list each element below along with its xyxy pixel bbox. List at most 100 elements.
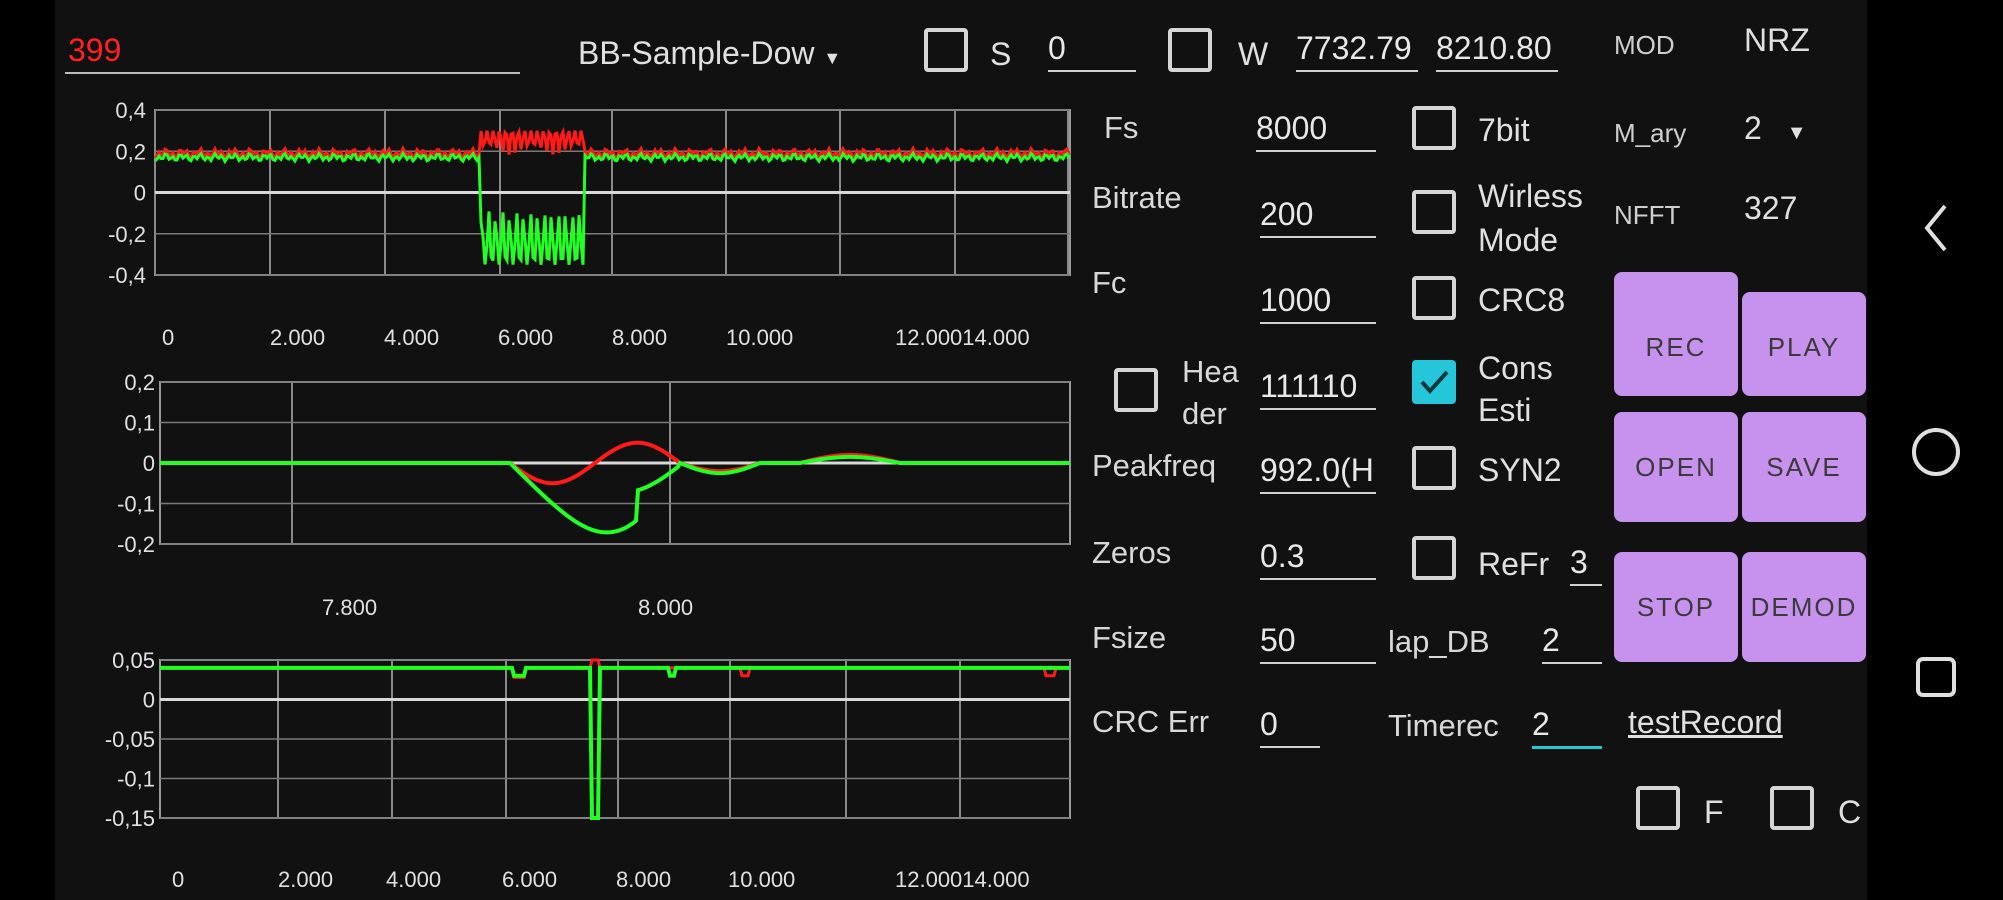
7bit-checkbox[interactable] [1412,106,1456,150]
chart-2-ytick-label: 0,1 [124,411,155,436]
crc8-checkbox[interactable] [1412,276,1456,320]
peakfreq-field[interactable]: 992.0(H [1260,448,1376,494]
back-icon[interactable] [1917,200,1957,256]
record-name-link[interactable]: testRecord [1628,704,1783,741]
crc-error-label: CRC Err [1092,704,1210,739]
chart-3-ytick-label: 0,05 [112,648,155,673]
crc-error-field[interactable]: 0 [1260,702,1320,748]
chart-3-ytick-label: 0 [143,688,155,713]
chart-1-xtick-label: 2.000 [270,325,325,350]
c-checkbox[interactable] [1770,786,1814,830]
cons-esti-label-line1: Cons [1478,350,1553,386]
chart-2-xtick-label: 7.800 [322,595,377,620]
chart-1-ytick-label: -0,4 [108,263,146,288]
stop-button[interactable]: STOP [1614,552,1738,662]
home-icon[interactable] [1910,426,1962,478]
chart-1-xtick-label: 8.000 [612,325,667,350]
peakfreq-label: Peakfreq [1092,448,1217,483]
syn2-checkbox[interactable] [1412,446,1456,490]
w-checkbox[interactable] [1168,28,1212,72]
fs-label: Fs [1104,110,1139,145]
rec-button[interactable]: REC [1614,272,1738,396]
lapdb-label: lap_DB [1388,624,1490,659]
chart-1-xtick-label: 10.000 [726,325,793,350]
f-checkbox[interactable] [1636,786,1680,830]
zeros-label: Zeros [1092,535,1172,570]
nfft-dropdown-value: 327 [1744,190,1798,226]
mod-dropdown[interactable]: NRZ [1744,22,1810,59]
play-button[interactable]: PLAY [1742,292,1866,396]
f-label: F [1704,794,1724,830]
refr-field[interactable]: 3 [1570,540,1602,586]
lapdb-field[interactable]: 2 [1542,618,1602,664]
chart-3-ytick-label: -0,05 [105,727,155,752]
chart-3-ytick-label: -0,15 [105,806,155,831]
mary-dropdown[interactable]: 2 ▼ [1744,110,1806,147]
w-end-field[interactable]: 8210.80 [1436,26,1558,72]
system-navigation-bar [1867,0,2003,900]
refr-checkbox[interactable] [1412,536,1456,580]
waveform-charts: 0,4 0,2 0 -0,2 -0,4 0 2.000 4.000 6.000 8.000 10.0… [105,98,1071,892]
chart-3-green-series [160,665,1070,820]
chart-3-xtick-label: 10.000 [728,867,795,892]
wireless-mode-label-line2: Mode [1478,222,1559,258]
fc-field[interactable]: 1000 [1260,278,1376,324]
crc8-label: CRC8 [1478,282,1566,318]
chart-2-ytick-label: 0,2 [124,370,155,395]
wireless-mode-checkbox[interactable] [1412,190,1456,234]
save-button[interactable]: SAVE [1742,412,1866,522]
demod-button[interactable]: DEMOD [1742,552,1866,662]
chart-1-xtick-label: 0 [162,325,174,350]
w-label: W [1238,36,1269,72]
mod-label: MOD [1614,30,1675,60]
header-label-line1: Hea [1182,354,1239,389]
cons-esti-checkbox[interactable] [1412,360,1456,404]
chart-2-ytick-label: 0 [143,451,155,476]
refr-label: ReFr [1478,546,1550,582]
open-button[interactable]: OPEN [1614,412,1738,522]
chart-3-xtick-label: 8.000 [616,867,671,892]
syn2-label: SYN2 [1478,452,1562,488]
chart-1-xtick-label: 12.00014.000 [895,325,1030,350]
chart-3-xtick-label: 2.000 [278,867,333,892]
chart-3-xtick-label: 6.000 [502,867,557,892]
bitrate-label: Bitrate [1092,180,1182,215]
7bit-label: 7bit [1478,112,1530,148]
chart-2-ytick-label: -0,2 [117,532,155,557]
chart-3-ytick-label: -0,1 [117,767,155,792]
chart-2-ytick-label: -0,1 [117,492,155,517]
chart-1-ytick-label: 0,2 [115,139,146,164]
chevron-down-icon: ▼ [1786,122,1807,144]
checkmark-icon [1420,370,1449,395]
zeros-field[interactable]: 0.3 [1260,534,1376,580]
nfft-label: NFFT [1614,200,1681,230]
timerec-label: Timerec [1388,708,1499,743]
chart-2-green-series [160,454,1070,535]
w-start-field[interactable]: 7732.79 [1296,26,1418,72]
fs-field[interactable]: 8000 [1256,106,1376,152]
header-field[interactable]: 111110 [1260,364,1376,410]
chart-1-ytick-label: 0,4 [115,98,146,123]
chart-1-ytick-label: -0,2 [108,222,146,247]
chart-1-xtick-label: 6.000 [498,325,553,350]
mod-dropdown-value: NRZ [1744,22,1810,58]
chart-3-xtick-label: 12.00014.000 [895,867,1030,892]
nfft-dropdown[interactable]: 327 [1744,190,1797,227]
chart-3-xtick-label: 4.000 [386,867,441,892]
chart-1-ytick-label: 0 [134,181,146,206]
chart-2-xtick-label: 8.000 [638,595,693,620]
fc-label: Fc [1092,265,1127,300]
chart-1-xtick-label: 4.000 [384,325,439,350]
fsize-field[interactable]: 50 [1260,618,1376,664]
c-label: C [1838,794,1862,830]
fsize-label: Fsize [1092,620,1167,655]
header-label-line2: der [1182,396,1227,431]
chart-3-xtick-label: 0 [172,867,184,892]
timerec-field[interactable]: 2 [1532,702,1602,749]
wireless-mode-label-line1: Wirless [1478,178,1583,214]
mary-dropdown-value: 2 [1744,110,1762,146]
header-checkbox[interactable] [1114,368,1158,412]
bitrate-field[interactable]: 200 [1260,192,1376,238]
mary-label: M_ary [1614,118,1687,148]
recents-icon[interactable] [1914,655,1958,699]
